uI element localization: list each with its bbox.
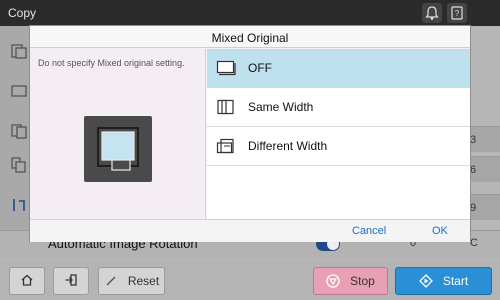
app-title: Copy	[8, 6, 37, 20]
option-list: OFF Same Width Different Width	[207, 49, 470, 219]
start-label: Start	[442, 274, 469, 288]
login-icon	[64, 273, 78, 290]
option-same-width[interactable]: Same Width	[207, 88, 470, 127]
home-icon	[20, 273, 34, 290]
keypad-key[interactable]: 3	[470, 126, 500, 152]
help-icon[interactable]: ?	[447, 3, 467, 23]
option-same-width-label: Same Width	[248, 100, 314, 114]
stop-label: Stop	[350, 274, 375, 288]
ok-button[interactable]: OK	[432, 225, 448, 237]
reset-label: Reset	[127, 274, 160, 288]
same-width-icon	[216, 99, 236, 115]
different-width-icon	[216, 138, 236, 154]
keypad-clear[interactable]: C	[470, 237, 478, 249]
copy-settings-icon[interactable]	[10, 42, 28, 60]
dialog-title: Mixed Original	[211, 31, 289, 45]
duplex-icon[interactable]	[10, 122, 28, 140]
option-off[interactable]: OFF	[207, 49, 470, 88]
cancel-button[interactable]: Cancel	[352, 225, 386, 237]
finishing-icon[interactable]	[10, 196, 28, 214]
bottom-toolbar: Reset Stop Start	[0, 262, 500, 300]
option-off-label: OFF	[248, 61, 272, 75]
start-icon	[418, 274, 433, 288]
bell-icon[interactable]	[422, 3, 442, 23]
single-page-icon	[216, 60, 236, 76]
reset-icon	[104, 274, 118, 288]
login-button[interactable]	[53, 267, 89, 295]
svg-text:?: ?	[455, 9, 460, 18]
mixed-original-dialog: Mixed Original Do not specify Mixed orig…	[29, 25, 471, 242]
stop-icon	[326, 274, 340, 288]
keypad-key[interactable]: 6	[470, 156, 500, 182]
paper-icon[interactable]	[10, 82, 28, 100]
dialog-header: Mixed Original	[30, 26, 470, 48]
original-preview-icon	[84, 116, 152, 182]
title-bar: Copy ?	[0, 0, 500, 26]
home-button[interactable]	[9, 267, 45, 295]
dialog-footer: Cancel OK	[30, 219, 470, 242]
stop-button[interactable]: Stop	[313, 267, 388, 295]
info-text: Do not specify Mixed original setting.	[38, 58, 185, 68]
start-button[interactable]: Start	[395, 267, 492, 295]
info-panel: Do not specify Mixed original setting.	[30, 49, 206, 219]
option-different-width-label: Different Width	[248, 139, 328, 153]
reset-button[interactable]: Reset	[98, 267, 165, 295]
combine-icon[interactable]	[10, 156, 28, 174]
function-sidebar	[0, 26, 30, 258]
keypad-key[interactable]: 9	[470, 194, 500, 220]
option-different-width[interactable]: Different Width	[207, 127, 470, 166]
